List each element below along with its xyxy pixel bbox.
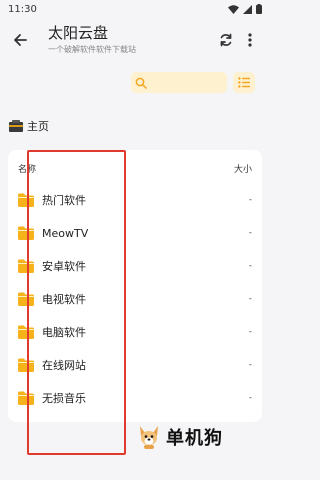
column-name-header[interactable]: 名称 [18, 162, 36, 176]
status-time: 11:30 [8, 3, 37, 15]
app-header: 太阳云盘 一个破解软件软件下载站 [0, 18, 270, 62]
arrow-left-icon [14, 34, 27, 46]
file-size: - [248, 360, 252, 370]
file-size: - [248, 294, 252, 304]
folder-icon [18, 292, 34, 306]
folder-icon [18, 226, 34, 240]
file-name: 安卓软件 [42, 260, 86, 273]
home-icon [9, 120, 23, 132]
back-button[interactable] [8, 28, 32, 52]
refresh-icon [220, 33, 232, 47]
page-subtitle: 一个破解软件软件下载站 [48, 45, 136, 54]
file-list-card: 名称 大小 热门软件 - MeowTV - 安卓软件 - 电视软件 - 电脑软件… [8, 150, 262, 422]
page-title: 太阳云盘 [48, 24, 109, 42]
file-size: - [248, 327, 252, 337]
table-row[interactable]: 电视软件 - [18, 289, 252, 309]
search-input[interactable] [151, 77, 221, 88]
file-name: MeowTV [42, 226, 89, 240]
dog-mascot-icon [140, 426, 158, 449]
more-vertical-icon [248, 33, 252, 47]
wifi-icon [228, 4, 239, 14]
file-name: 在线网站 [42, 359, 86, 372]
table-row[interactable]: 无损音乐 - [18, 388, 252, 408]
watermark-text: 单机狗 [166, 428, 223, 449]
signal-icon [243, 4, 252, 14]
search-icon [135, 77, 147, 89]
list-view-icon [238, 77, 250, 88]
table-row[interactable]: 在线网站 - [18, 355, 252, 375]
breadcrumb-home-label: 主页 [27, 120, 49, 133]
battery-icon [256, 4, 262, 14]
watermark: 单机狗 [136, 424, 223, 450]
file-name: 电脑软件 [42, 326, 86, 339]
refresh-button[interactable] [214, 28, 238, 52]
folder-icon [18, 259, 34, 273]
table-row[interactable]: 电脑软件 - [18, 322, 252, 342]
status-icons [228, 4, 262, 14]
folder-icon [18, 193, 34, 207]
more-options-button[interactable] [238, 28, 262, 52]
search-box[interactable] [131, 72, 227, 93]
table-row[interactable]: 热门软件 - [18, 190, 252, 210]
file-name: 热门软件 [42, 194, 86, 207]
breadcrumb[interactable]: 主页 [9, 118, 49, 134]
file-name: 无损音乐 [42, 392, 86, 405]
column-size-header[interactable]: 大小 [234, 162, 252, 176]
file-size: - [248, 393, 252, 403]
file-size: - [248, 195, 252, 205]
folder-icon [18, 325, 34, 339]
list-view-button[interactable] [233, 72, 255, 93]
file-size: - [248, 228, 252, 238]
folder-icon [18, 391, 34, 405]
file-name: 电视软件 [42, 293, 86, 306]
table-header: 名称 大小 [18, 162, 252, 176]
title-block: 太阳云盘 一个破解软件软件下载站 [48, 24, 136, 56]
folder-icon [18, 358, 34, 372]
table-row[interactable]: 安卓软件 - [18, 256, 252, 276]
file-size: - [248, 261, 252, 271]
status-bar: 11:30 [0, 0, 270, 18]
table-row[interactable]: MeowTV - [18, 223, 252, 243]
